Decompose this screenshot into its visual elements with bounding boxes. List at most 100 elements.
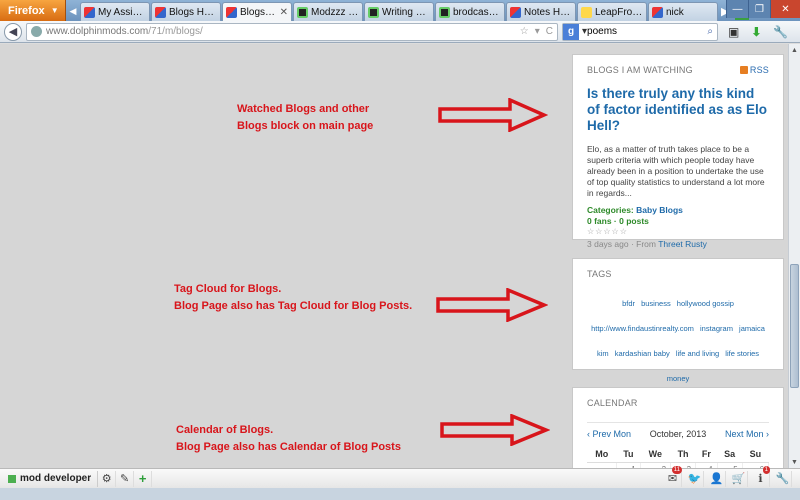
toolbar-addon-icon[interactable]: ▣ [728, 25, 739, 39]
block-header: CALENDAR [573, 388, 783, 418]
tag-link[interactable]: http://www.findaustinrealty.com [591, 324, 694, 333]
user-menu-button[interactable]: mod developer [8, 470, 99, 487]
browser-tab[interactable]: Writing Con... [364, 2, 434, 21]
ms-icon [226, 6, 237, 18]
browser-tab[interactable]: Blogs Home [151, 2, 221, 21]
rss-link[interactable]: RSS [739, 65, 769, 75]
fans-posts-count: 0 fans · 0 posts [587, 216, 649, 226]
rss-label: RSS [749, 65, 769, 75]
browser-tab[interactable]: Modzzz mo... [293, 2, 363, 21]
site-identity-icon[interactable] [31, 26, 42, 37]
cart-icon[interactable]: 🛒 [730, 470, 748, 487]
browser-tab[interactable]: nick [648, 2, 718, 21]
blog-post-description: Elo, as a matter of truth takes place to… [587, 144, 765, 198]
tag-link[interactable]: bfdr [622, 299, 635, 308]
reload-icon[interactable]: C [546, 26, 553, 37]
modzzz-icon [297, 6, 308, 18]
block-body: Is there truly any this kind of factor i… [573, 86, 783, 249]
category-link[interactable]: Baby Blogs [636, 205, 683, 215]
blog-post-title[interactable]: Is there truly any this kind of factor i… [587, 86, 769, 134]
tags-block: TAGS bfdr business hollywood gossip http… [572, 258, 784, 383]
scroll-down-icon[interactable]: ▼ [789, 456, 800, 468]
tab-label: Blogs Home [169, 6, 217, 18]
tag-link[interactable]: business [641, 299, 671, 308]
browser-tab[interactable]: Notes Home [506, 2, 576, 21]
weekday-header: Fr [695, 446, 718, 463]
address-bar[interactable]: www.dolphinmods.com/71/m/blogs/ ☆ ▾ C [26, 22, 558, 41]
twitter-icon[interactable]: 🐦 [686, 470, 704, 487]
gear-icon[interactable]: ⚙ [98, 470, 117, 487]
bottom-toolbar: mod developer ⚙ ✎ + ✉ 11 🐦 👤 🛒 ℹ1 🔧 [0, 465, 800, 488]
scroll-up-icon[interactable]: ▲ [789, 44, 800, 56]
author-link[interactable]: Threet Rusty [658, 239, 707, 249]
download-icon[interactable]: ⬇ [751, 25, 761, 39]
search-bar: g ▾ ⌕ [562, 22, 718, 41]
block-body: ‹ Prev Mon October, 2013 Next Mon › Mo Tu… [573, 422, 783, 468]
history-dropdown-icon[interactable]: ▾ [535, 26, 540, 37]
tab-list: My Assistant Blogs Home Blogs Ho...✕ Modzzz… [80, 2, 719, 21]
arrow-right-icon [438, 98, 548, 132]
search-engine-icon[interactable]: g [563, 23, 579, 40]
tab-label: My Assistant [98, 6, 146, 18]
tag-link[interactable]: kim [597, 349, 609, 358]
tab-label: nick [666, 6, 684, 18]
maximize-icon[interactable]: ❐ [748, 0, 770, 18]
block-heading: CALENDAR [587, 398, 638, 408]
browser-tab[interactable]: Blogs Ho...✕ [222, 2, 292, 21]
info-icon[interactable]: ℹ1 [752, 465, 770, 487]
weekday-header: Tu [616, 446, 641, 463]
annotation-line: Watched Blogs and other [237, 103, 370, 115]
rss-icon [739, 66, 748, 74]
tab-scroll-left-icon[interactable]: ◀ [66, 2, 80, 21]
mail-badge: 11 [671, 465, 682, 474]
edit-icon[interactable]: ✎ [116, 470, 135, 487]
navigation-bar: ◀ www.dolphinmods.com/71/m/blogs/ ☆ ▾ C … [0, 21, 800, 43]
taskbar-strip [0, 488, 800, 500]
calendar-month: October, 2013 [649, 429, 707, 439]
prev-month-link[interactable]: ‹ Prev Mon [587, 429, 631, 439]
modzzz-icon [439, 6, 450, 18]
search-input[interactable] [587, 26, 708, 37]
back-arrow-icon: ◀ [8, 26, 18, 38]
window-controls: — ❐ ✕ [726, 0, 800, 18]
add-icon[interactable]: + [134, 470, 153, 487]
ms-icon [652, 6, 663, 18]
ms-icon [84, 6, 95, 18]
back-button[interactable]: ◀ [4, 22, 22, 41]
mail-icon[interactable]: ✉ 11 [664, 465, 682, 487]
chevron-down-icon: ▼ [50, 6, 59, 15]
from-label: · From [630, 239, 656, 249]
leapfrog-icon [581, 6, 592, 18]
rating-stars[interactable]: ☆☆☆☆☆ [587, 227, 769, 236]
tag-link[interactable]: jamaica [739, 324, 765, 333]
wrench-icon[interactable]: 🔧 [773, 25, 788, 39]
tab-bar: Firefox ▼ ◀ My Assistant Blogs Home Blogs … [0, 0, 800, 21]
wrench-icon[interactable]: 🔧 [774, 470, 792, 487]
time-ago: 3 days ago [587, 239, 629, 249]
scrollbar-thumb[interactable] [790, 264, 799, 388]
firefox-menu-button[interactable]: Firefox ▼ [0, 0, 66, 21]
account-icon[interactable]: 👤 [708, 470, 726, 487]
page-scrollbar[interactable]: ▲ ▼ [788, 44, 800, 468]
minimize-icon[interactable]: — [726, 0, 748, 18]
tag-link[interactable]: life and living [676, 349, 719, 358]
tab-label: brodcasting... [453, 6, 501, 18]
tab-label: LeapFrog T... [595, 6, 643, 18]
tab-label: Modzzz mo... [311, 6, 359, 18]
annotation-calendar: Calendar of Blogs. Blog Page also has Ca… [176, 422, 401, 456]
tag-link[interactable]: hollywood gossip [677, 299, 734, 308]
tag-link[interactable]: money [667, 374, 690, 383]
tag-link[interactable]: kardashian baby [615, 349, 670, 358]
tag-link[interactable]: instagram [700, 324, 733, 333]
search-icon[interactable]: ⌕ [707, 26, 713, 37]
close-window-icon[interactable]: ✕ [770, 0, 800, 18]
browser-tab[interactable]: My Assistant [80, 2, 150, 21]
browser-tab[interactable]: brodcasting... [435, 2, 505, 21]
modzzz-icon [368, 6, 379, 18]
browser-tab[interactable]: LeapFrog T... [577, 2, 647, 21]
bookmark-star-icon[interactable]: ☆ [520, 26, 529, 37]
close-tab-icon[interactable]: ✕ [280, 7, 288, 18]
next-month-link[interactable]: Next Mon › [725, 429, 769, 439]
calendar-block: CALENDAR ‹ Prev Mon October, 2013 Next M… [572, 387, 784, 468]
tag-link[interactable]: life stories [725, 349, 759, 358]
